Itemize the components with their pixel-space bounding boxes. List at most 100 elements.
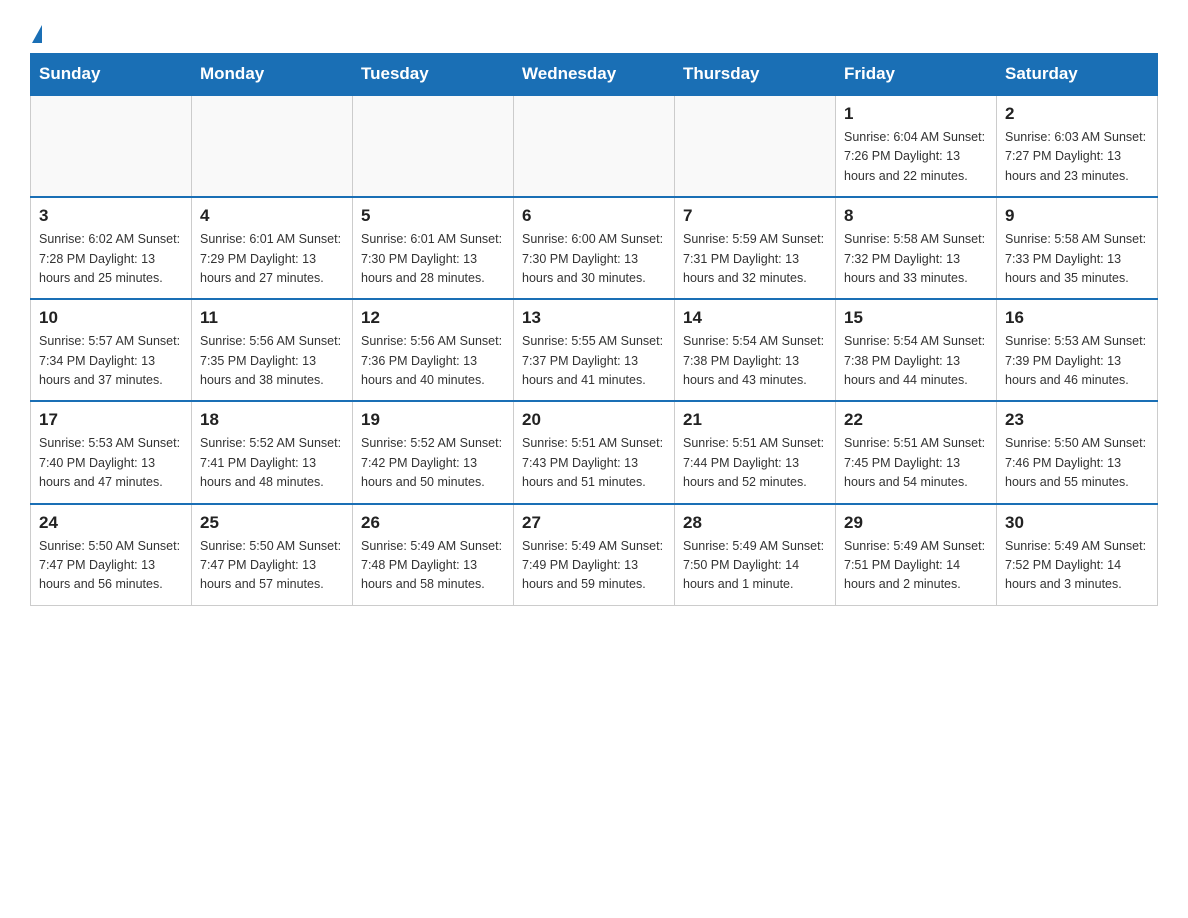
day-info: Sunrise: 5:55 AM Sunset: 7:37 PM Dayligh…	[522, 332, 666, 390]
day-number: 13	[522, 308, 666, 328]
day-number: 23	[1005, 410, 1149, 430]
calendar-cell: 27 Sunrise: 5:49 AM Sunset: 7:49 PM Dayli…	[514, 504, 675, 606]
day-number: 26	[361, 513, 505, 533]
day-number: 27	[522, 513, 666, 533]
day-number: 22	[844, 410, 988, 430]
calendar-cell: 12 Sunrise: 5:56 AM Sunset: 7:36 PM Dayli…	[353, 299, 514, 401]
logo	[30, 20, 42, 43]
day-info: Sunrise: 5:58 AM Sunset: 7:33 PM Dayligh…	[1005, 230, 1149, 288]
calendar-cell: 25Sunrise: 5:50 AM Sunset: 7:47 PM Dayli…	[192, 504, 353, 606]
calendar-cell: 17 Sunrise: 5:53 AM Sunset: 7:40 PM Dayli…	[31, 401, 192, 503]
calendar-cell: 19 Sunrise: 5:52 AM Sunset: 7:42 PM Dayli…	[353, 401, 514, 503]
day-number: 21	[683, 410, 827, 430]
day-number: 28	[683, 513, 827, 533]
day-info: Sunrise: 5:59 AM Sunset: 7:31 PM Dayligh…	[683, 230, 827, 288]
day-number: 4	[200, 206, 344, 226]
calendar-header-friday: Friday	[836, 54, 997, 96]
day-info: Sunrise: 5:56 AM Sunset: 7:36 PM Dayligh…	[361, 332, 505, 390]
day-info: Sunrise: 5:49 AM Sunset: 7:49 PM Dayligh…	[522, 537, 666, 595]
day-number: 17	[39, 410, 183, 430]
day-number: 6	[522, 206, 666, 226]
day-info: Sunrise: 5:51 AM Sunset: 7:43 PM Dayligh…	[522, 434, 666, 492]
day-info: Sunrise: 5:49 AM Sunset: 7:51 PM Dayligh…	[844, 537, 988, 595]
calendar-cell: 9 Sunrise: 5:58 AM Sunset: 7:33 PM Daylig…	[997, 197, 1158, 299]
header	[30, 20, 1158, 43]
day-info: Sunrise: 5:53 AM Sunset: 7:40 PM Dayligh…	[39, 434, 183, 492]
calendar-week-row: 1 Sunrise: 6:04 AM Sunset: 7:26 PM Daylig…	[31, 95, 1158, 197]
calendar-cell: 15 Sunrise: 5:54 AM Sunset: 7:38 PM Dayli…	[836, 299, 997, 401]
calendar-cell: 22 Sunrise: 5:51 AM Sunset: 7:45 PM Dayli…	[836, 401, 997, 503]
calendar-cell	[31, 95, 192, 197]
calendar-week-row: 17 Sunrise: 5:53 AM Sunset: 7:40 PM Dayli…	[31, 401, 1158, 503]
day-number: 8	[844, 206, 988, 226]
day-number: 24	[39, 513, 183, 533]
calendar-cell: 16Sunrise: 5:53 AM Sunset: 7:39 PM Dayli…	[997, 299, 1158, 401]
calendar-cell: 2 Sunrise: 6:03 AM Sunset: 7:27 PM Daylig…	[997, 95, 1158, 197]
calendar-cell: 7 Sunrise: 5:59 AM Sunset: 7:31 PM Daylig…	[675, 197, 836, 299]
day-number: 11	[200, 308, 344, 328]
calendar-cell: 26 Sunrise: 5:49 AM Sunset: 7:48 PM Dayli…	[353, 504, 514, 606]
calendar-header-tuesday: Tuesday	[353, 54, 514, 96]
calendar-cell: 8Sunrise: 5:58 AM Sunset: 7:32 PM Daylig…	[836, 197, 997, 299]
calendar-cell: 29 Sunrise: 5:49 AM Sunset: 7:51 PM Dayli…	[836, 504, 997, 606]
calendar-week-row: 3 Sunrise: 6:02 AM Sunset: 7:28 PM Daylig…	[31, 197, 1158, 299]
calendar-cell: 1 Sunrise: 6:04 AM Sunset: 7:26 PM Daylig…	[836, 95, 997, 197]
calendar-cell: 11Sunrise: 5:56 AM Sunset: 7:35 PM Dayli…	[192, 299, 353, 401]
calendar-week-row: 10 Sunrise: 5:57 AM Sunset: 7:34 PM Dayli…	[31, 299, 1158, 401]
calendar-cell: 4 Sunrise: 6:01 AM Sunset: 7:29 PM Daylig…	[192, 197, 353, 299]
day-info: Sunrise: 5:54 AM Sunset: 7:38 PM Dayligh…	[844, 332, 988, 390]
calendar-table: SundayMondayTuesdayWednesdayThursdayFrid…	[30, 53, 1158, 606]
calendar-cell: 28 Sunrise: 5:49 AM Sunset: 7:50 PM Dayli…	[675, 504, 836, 606]
calendar-header-saturday: Saturday	[997, 54, 1158, 96]
day-info: Sunrise: 6:04 AM Sunset: 7:26 PM Dayligh…	[844, 128, 988, 186]
calendar-cell: 6 Sunrise: 6:00 AM Sunset: 7:30 PM Daylig…	[514, 197, 675, 299]
calendar-cell: 20 Sunrise: 5:51 AM Sunset: 7:43 PM Dayli…	[514, 401, 675, 503]
day-info: Sunrise: 5:57 AM Sunset: 7:34 PM Dayligh…	[39, 332, 183, 390]
day-info: Sunrise: 6:01 AM Sunset: 7:29 PM Dayligh…	[200, 230, 344, 288]
calendar-header-row: SundayMondayTuesdayWednesdayThursdayFrid…	[31, 54, 1158, 96]
day-number: 19	[361, 410, 505, 430]
calendar-cell: 24Sunrise: 5:50 AM Sunset: 7:47 PM Dayli…	[31, 504, 192, 606]
day-info: Sunrise: 5:51 AM Sunset: 7:45 PM Dayligh…	[844, 434, 988, 492]
calendar-cell: 18 Sunrise: 5:52 AM Sunset: 7:41 PM Dayli…	[192, 401, 353, 503]
day-number: 16	[1005, 308, 1149, 328]
day-number: 5	[361, 206, 505, 226]
day-number: 30	[1005, 513, 1149, 533]
day-info: Sunrise: 6:02 AM Sunset: 7:28 PM Dayligh…	[39, 230, 183, 288]
day-info: Sunrise: 5:52 AM Sunset: 7:42 PM Dayligh…	[361, 434, 505, 492]
calendar-cell: 14 Sunrise: 5:54 AM Sunset: 7:38 PM Dayli…	[675, 299, 836, 401]
day-info: Sunrise: 5:50 AM Sunset: 7:47 PM Dayligh…	[200, 537, 344, 595]
day-number: 7	[683, 206, 827, 226]
calendar-cell	[192, 95, 353, 197]
calendar-cell	[675, 95, 836, 197]
day-number: 18	[200, 410, 344, 430]
calendar-cell: 10 Sunrise: 5:57 AM Sunset: 7:34 PM Dayli…	[31, 299, 192, 401]
day-number: 2	[1005, 104, 1149, 124]
day-info: Sunrise: 5:49 AM Sunset: 7:48 PM Dayligh…	[361, 537, 505, 595]
calendar-cell: 30 Sunrise: 5:49 AM Sunset: 7:52 PM Dayli…	[997, 504, 1158, 606]
day-info: Sunrise: 6:00 AM Sunset: 7:30 PM Dayligh…	[522, 230, 666, 288]
day-number: 9	[1005, 206, 1149, 226]
day-info: Sunrise: 5:54 AM Sunset: 7:38 PM Dayligh…	[683, 332, 827, 390]
calendar-header-wednesday: Wednesday	[514, 54, 675, 96]
calendar-cell	[353, 95, 514, 197]
calendar-cell: 5 Sunrise: 6:01 AM Sunset: 7:30 PM Daylig…	[353, 197, 514, 299]
calendar-week-row: 24 Sunrise: 5:50 AM Sunset: 7:47 PM Dayli…	[31, 504, 1158, 606]
day-number: 12	[361, 308, 505, 328]
calendar-cell: 21Sunrise: 5:51 AM Sunset: 7:44 PM Dayli…	[675, 401, 836, 503]
day-info: Sunrise: 5:52 AM Sunset: 7:41 PM Dayligh…	[200, 434, 344, 492]
calendar-header-monday: Monday	[192, 54, 353, 96]
day-info: Sunrise: 5:49 AM Sunset: 7:50 PM Dayligh…	[683, 537, 827, 595]
day-number: 29	[844, 513, 988, 533]
day-info: Sunrise: 5:49 AM Sunset: 7:52 PM Dayligh…	[1005, 537, 1149, 595]
day-number: 10	[39, 308, 183, 328]
day-number: 15	[844, 308, 988, 328]
day-info: Sunrise: 6:03 AM Sunset: 7:27 PM Dayligh…	[1005, 128, 1149, 186]
calendar-cell: 3 Sunrise: 6:02 AM Sunset: 7:28 PM Daylig…	[31, 197, 192, 299]
day-number: 1	[844, 104, 988, 124]
day-info: Sunrise: 6:01 AM Sunset: 7:30 PM Dayligh…	[361, 230, 505, 288]
day-number: 20	[522, 410, 666, 430]
day-number: 14	[683, 308, 827, 328]
day-number: 3	[39, 206, 183, 226]
day-info: Sunrise: 5:50 AM Sunset: 7:46 PM Dayligh…	[1005, 434, 1149, 492]
